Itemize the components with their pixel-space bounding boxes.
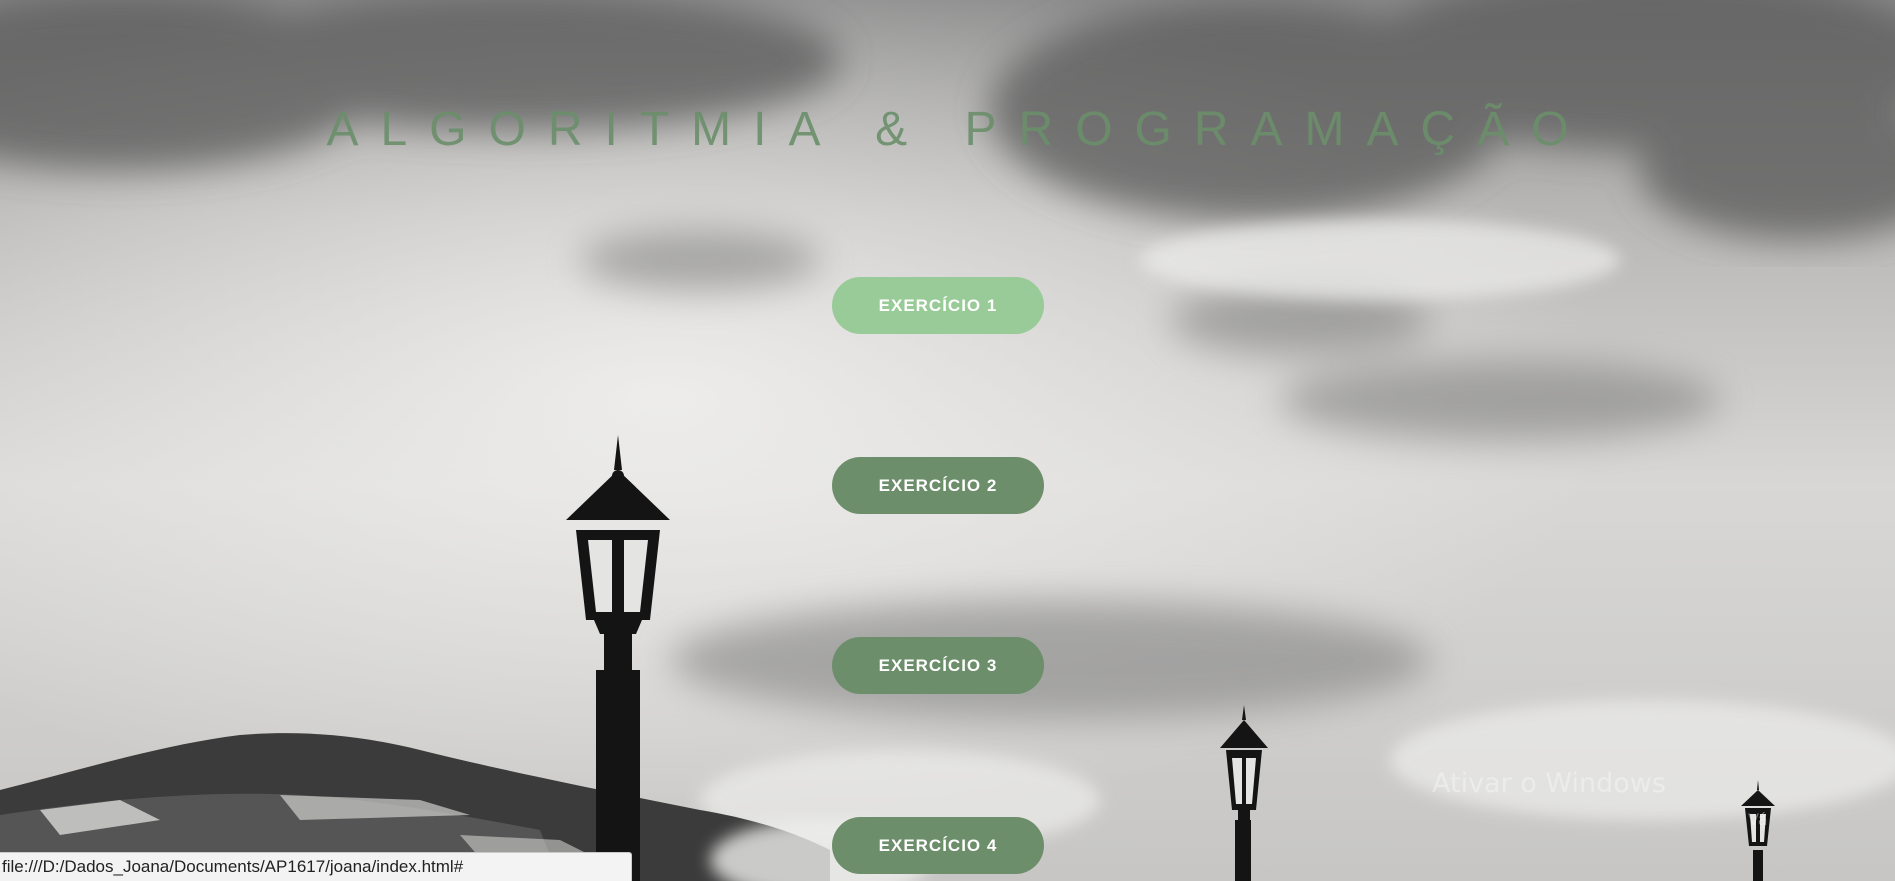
- browser-status-bar: file:///D:/Dados_Joana/Documents/AP1617/…: [0, 852, 632, 881]
- status-bar-url: file:///D:/Dados_Joana/Documents/AP1617/…: [2, 857, 464, 876]
- exercise-2-button[interactable]: EXERCÍCIO 2: [832, 457, 1044, 514]
- page-title: ALGORITMIA & PROGRAMAÇÃO: [326, 103, 1591, 156]
- windows-activation-watermark: Ativar o Windows: [1432, 768, 1666, 799]
- exercise-3-button[interactable]: EXERCÍCIO 3: [832, 637, 1044, 694]
- windows-activation-subtext: Vá: [1748, 810, 1768, 829]
- exercise-4-button[interactable]: EXERCÍCIO 4: [832, 817, 1044, 874]
- page: ALGORITMIA & PROGRAMAÇÃO EXERCÍCIO 1 EXE…: [0, 0, 1895, 881]
- exercise-1-button[interactable]: EXERCÍCIO 1: [832, 277, 1044, 334]
